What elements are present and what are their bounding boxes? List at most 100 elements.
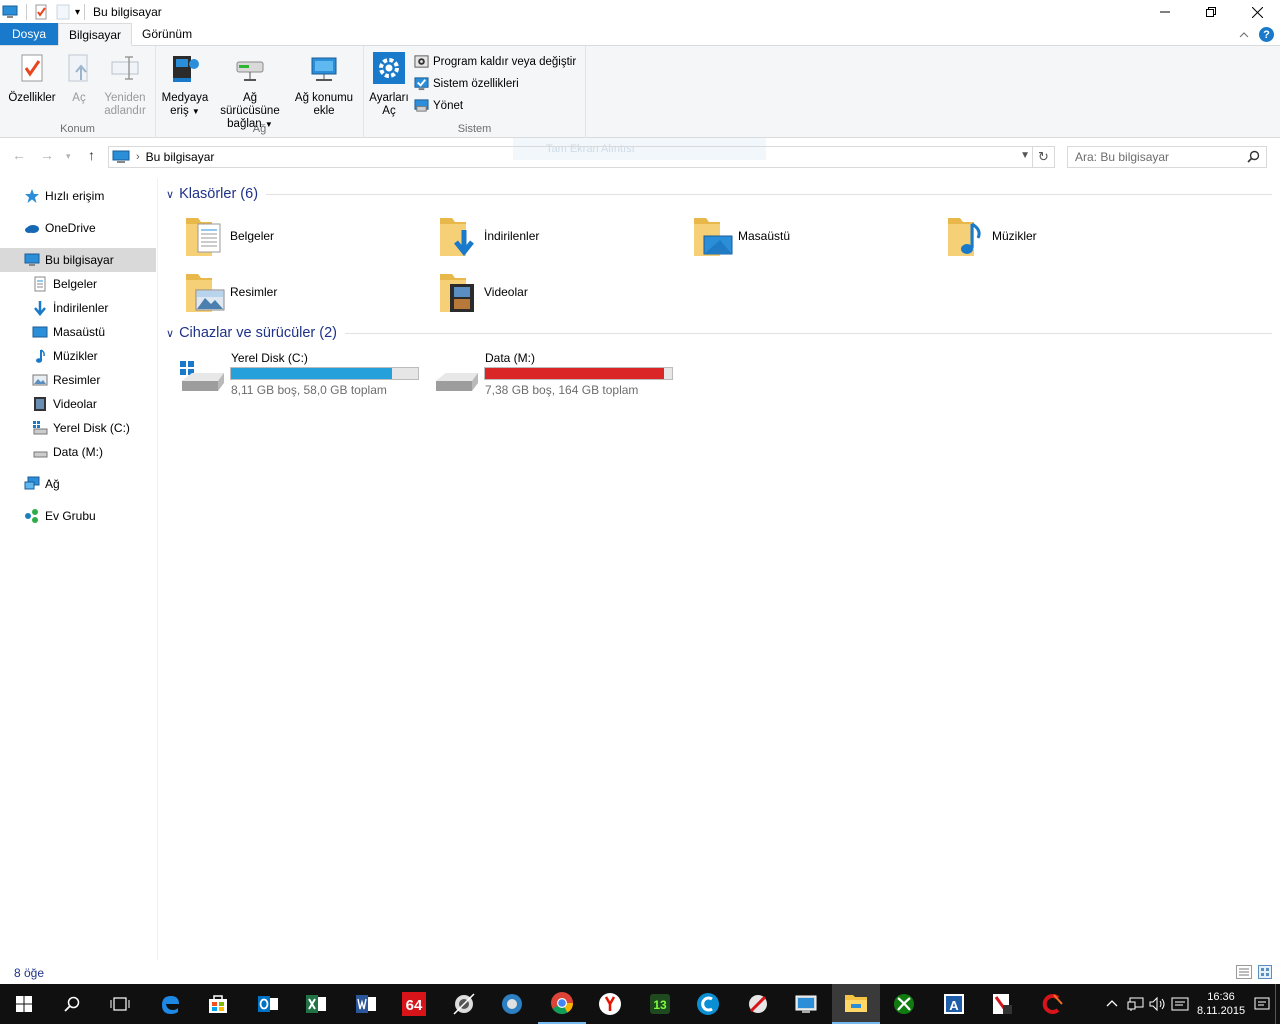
taskbar-app-7[interactable] [978, 984, 1026, 1024]
taskbar-xbox[interactable] [880, 984, 928, 1024]
breadcrumb[interactable]: Bu bilgisayar [146, 150, 215, 164]
manage-label: Yönet [433, 99, 464, 112]
taskbar-word[interactable] [342, 984, 390, 1024]
tab-computer[interactable]: Bilgisayar [58, 23, 133, 46]
map-network-drive-button[interactable]: Ağ sürücüsüne bağlan ▼ [212, 52, 288, 131]
taskbar-yandex[interactable] [586, 984, 634, 1024]
close-button[interactable] [1234, 0, 1280, 24]
nav-item-desktop[interactable]: Masaüstü [0, 320, 156, 344]
properties-icon[interactable] [33, 4, 49, 20]
taskbar-store[interactable] [194, 984, 242, 1024]
folder-documents[interactable]: Belgeler [160, 212, 410, 260]
rename-button[interactable]: Yeniden adlandır [100, 52, 150, 118]
clock[interactable]: 16:36 8.11.2015 [1191, 990, 1251, 1018]
taskbar-outlook[interactable] [244, 984, 292, 1024]
taskbar-app-5[interactable] [782, 984, 830, 1024]
taskbar-app-3[interactable]: 13 [636, 984, 684, 1024]
folders-section-header[interactable]: ∨ Klasörler (6) [166, 186, 1272, 202]
taskbar-app-2[interactable] [488, 984, 536, 1024]
homegroup-icon [25, 509, 38, 523]
show-hidden-icons-icon[interactable] [1101, 997, 1123, 1011]
access-media-button[interactable]: Medyaya eriş ▼ [160, 52, 210, 118]
nav-item-data-m[interactable]: Data (M:) [0, 440, 156, 464]
refresh-button[interactable]: ↻ [1032, 147, 1054, 167]
system-properties-button[interactable]: Sistem özellikleri [414, 76, 519, 91]
breadcrumb-chevron-icon[interactable]: › [136, 151, 140, 163]
uninstall-program-button[interactable]: Program kaldır veya değiştir [414, 54, 576, 69]
help-icon[interactable]: ? [1259, 27, 1274, 42]
new-folder-icon[interactable] [55, 4, 71, 20]
open-settings-button[interactable]: Ayarları Aç [368, 52, 410, 118]
up-button[interactable]: ↑ [88, 147, 95, 163]
task-view-button[interactable] [96, 984, 144, 1024]
search-icon[interactable] [1247, 150, 1260, 163]
taskbar-ccleaner[interactable] [1028, 984, 1076, 1024]
recent-locations-button[interactable]: ▾ [66, 151, 71, 162]
nav-item-downloads[interactable]: İndirilenler [0, 296, 156, 320]
nav-item-videos[interactable]: Videolar [0, 392, 156, 416]
large-icons-view-icon[interactable] [1258, 965, 1272, 979]
properties-label: Özellikler [8, 92, 56, 104]
open-button[interactable]: Aç [62, 52, 96, 105]
taskbar-excel[interactable] [292, 984, 340, 1024]
network-status-icon[interactable] [1125, 996, 1147, 1012]
forward-button[interactable]: → [40, 147, 54, 163]
tab-view[interactable]: Görünüm [132, 23, 202, 45]
customize-qat-icon[interactable]: ▾ [75, 7, 80, 18]
folder-desktop[interactable]: Masaüstü [668, 212, 918, 260]
back-button[interactable]: ← [12, 147, 26, 163]
taskbar-aida64[interactable]: 64 [390, 984, 438, 1024]
nav-item-documents[interactable]: Belgeler [0, 272, 156, 296]
drives-section-header[interactable]: ∨ Cihazlar ve sürücüler (2) [166, 325, 1272, 341]
collapse-ribbon-icon[interactable] [1239, 31, 1249, 39]
taskbar-chrome[interactable] [538, 984, 586, 1024]
manage-button[interactable]: Yönet [414, 98, 463, 113]
properties-button[interactable]: Özellikler [6, 52, 58, 105]
folder-downloads[interactable]: İndirilenler [414, 212, 664, 260]
taskbar-edge[interactable] [146, 984, 194, 1024]
nav-label: Data (M:) [53, 445, 104, 459]
access-media-label-1: Medyaya [161, 92, 209, 104]
nav-item-pictures[interactable]: Resimler [0, 368, 156, 392]
action-center-icon[interactable] [1251, 996, 1273, 1012]
system-drive-icon [180, 361, 224, 391]
taskbar-app-4[interactable] [734, 984, 782, 1024]
nav-item-quick-access[interactable]: Hızlı erişim [0, 184, 156, 208]
taskbar-app-1[interactable] [440, 984, 488, 1024]
nav-item-music[interactable]: Müzikler [0, 344, 156, 368]
volume-icon[interactable] [1147, 996, 1169, 1012]
item-count: 8 öğe [14, 966, 45, 980]
folder-music[interactable]: Müzikler [922, 212, 1172, 260]
up-arrow-icon: ↑ [88, 147, 95, 163]
add-network-location-button[interactable]: Ağ konumu ekle [292, 52, 356, 118]
search-button[interactable] [48, 984, 96, 1024]
section-title: Klasörler (6) [179, 186, 259, 202]
address-bar[interactable]: › Bu bilgisayar ▼ ↻ [108, 146, 1055, 168]
nav-item-homegroup[interactable]: Ev Grubu [0, 504, 156, 528]
taskbar-file-explorer[interactable] [832, 984, 880, 1024]
app-icon [502, 994, 522, 1014]
restore-button[interactable] [1188, 0, 1234, 24]
nav-item-onedrive[interactable]: OneDrive [0, 216, 156, 240]
drive-data-m[interactable]: Data (M:) 7,38 GB boş, 164 GB toplam [414, 351, 673, 401]
start-button[interactable] [0, 984, 48, 1024]
nav-item-local-disk-c[interactable]: Yerel Disk (C:) [0, 416, 156, 440]
folder-videos[interactable]: Videolar [414, 268, 664, 316]
minimize-button[interactable] [1142, 0, 1188, 24]
nav-item-network[interactable]: Ağ [0, 472, 156, 496]
tab-file[interactable]: Dosya [0, 23, 59, 45]
show-desktop-button[interactable] [1275, 984, 1280, 1024]
search-input[interactable]: Ara: Bu bilgisayar [1067, 146, 1267, 168]
taskbar-app-6[interactable]: A [930, 984, 978, 1024]
separator [84, 4, 86, 20]
drive-local-disk-c[interactable]: Yerel Disk (C:) 8,11 GB boş, 58,0 GB top… [160, 351, 419, 401]
taskbar-ccleaner-browser[interactable] [684, 984, 732, 1024]
rename-label-1: Yeniden [104, 92, 146, 104]
input-language-icon[interactable] [1169, 996, 1191, 1012]
details-view-icon[interactable] [1236, 965, 1252, 979]
nav-item-this-pc[interactable]: Bu bilgisayar [0, 248, 156, 272]
address-history-chevron-icon[interactable]: ▼ [1020, 150, 1030, 161]
document-icon [34, 276, 46, 292]
computer-icon[interactable] [2, 4, 18, 20]
folder-pictures[interactable]: Resimler [160, 268, 410, 316]
